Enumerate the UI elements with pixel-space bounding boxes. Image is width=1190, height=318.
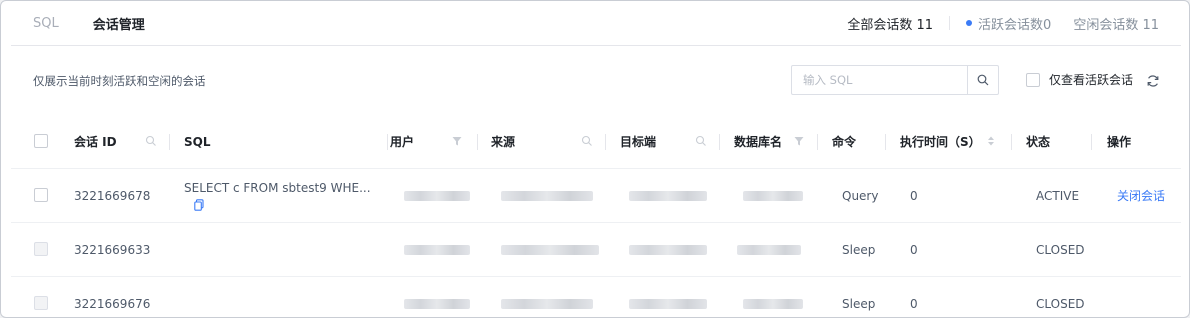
session-id-cell: 3221669633 [74, 242, 151, 257]
user-filter-icon[interactable] [451, 135, 463, 147]
search-button[interactable] [967, 66, 998, 94]
header-session-id: 会话 ID [74, 135, 117, 149]
tab-session-management[interactable]: 会话管理 [93, 14, 145, 33]
header-status: 状态 [1026, 135, 1051, 149]
header-actions: 操作 [1107, 135, 1132, 149]
table-row: 3221669678 SELECT c FROM sbtest9 WHE... … [11, 169, 1181, 223]
session-id-cell: 3221669678 [74, 188, 151, 203]
header-command: 命令 [832, 135, 857, 149]
target-cell-redacted [629, 169, 707, 222]
column-divider[interactable] [477, 134, 478, 150]
sql-search-input[interactable] [792, 66, 967, 94]
refresh-button[interactable] [1146, 73, 1160, 92]
source-cell-redacted [501, 223, 599, 276]
row-checkbox-disabled [34, 296, 48, 310]
top-tab-bar: SQL 会话管理 全部会话数 11 活跃会话数0 空闲会话数 11 [11, 1, 1181, 46]
column-divider[interactable] [169, 134, 170, 150]
table-header: 会话 ID SQL 用户 来源 目标端 数据库名 命令 执行时间（S） 状态 操… [11, 115, 1181, 169]
select-all-checkbox[interactable] [34, 134, 48, 148]
row-checkbox-disabled [34, 242, 48, 256]
header-source: 来源 [491, 135, 516, 149]
header-exec-time: 执行时间（S） [900, 135, 981, 149]
active-status-dot-icon [966, 20, 973, 26]
target-cell-redacted [629, 223, 707, 276]
header-sql: SQL [184, 134, 211, 149]
sessions-table: 会话 ID SQL 用户 来源 目标端 数据库名 命令 执行时间（S） 状态 操… [11, 115, 1181, 317]
sql-search-box [791, 65, 999, 95]
table-row: 3221669633 Sleep 0 CLOSED [11, 223, 1181, 277]
source-cell-redacted [501, 277, 593, 317]
command-cell: Sleep [842, 242, 876, 257]
column-divider[interactable] [719, 134, 720, 150]
target-cell-redacted [629, 277, 707, 317]
command-cell: Sleep [842, 296, 876, 311]
idle-sessions-count[interactable]: 空闲会话数 11 [1073, 14, 1159, 33]
database-cell-redacted [737, 223, 801, 276]
stats-divider [949, 16, 951, 30]
user-cell-redacted [404, 277, 470, 317]
source-cell-redacted [501, 169, 593, 222]
refresh-icon [1147, 75, 1159, 87]
user-cell-redacted [404, 169, 470, 222]
exec-time-sort-icon[interactable] [986, 135, 996, 147]
only-active-filter[interactable]: 仅查看活跃会话 [1026, 71, 1133, 88]
target-search-icon[interactable] [695, 135, 707, 147]
status-cell: CLOSED [1036, 296, 1085, 311]
column-divider[interactable] [885, 134, 886, 150]
status-cell: CLOSED [1036, 242, 1085, 257]
session-management-window: SQL 会话管理 全部会话数 11 活跃会话数0 空闲会话数 11 仅展示当前时… [0, 0, 1190, 318]
exec-time-cell: 0 [910, 296, 918, 311]
database-cell-redacted [743, 277, 803, 317]
column-divider[interactable] [1091, 134, 1092, 150]
tab-sql[interactable]: SQL [33, 16, 59, 31]
column-divider[interactable] [387, 134, 388, 150]
active-sessions-label: 活跃会话数0 [978, 17, 1052, 33]
header-target: 目标端 [620, 135, 657, 149]
only-active-checkbox[interactable] [1026, 72, 1040, 87]
table-row: 3221669676 Sleep 0 CLOSED [11, 277, 1181, 317]
user-cell-redacted [404, 223, 470, 276]
header-database: 数据库名 [734, 135, 783, 149]
column-divider[interactable] [605, 134, 606, 150]
command-cell: Query [842, 188, 879, 203]
database-cell-redacted [743, 169, 803, 222]
exec-time-cell: 0 [910, 242, 918, 257]
search-icon [977, 74, 989, 86]
sql-cell: SELECT c FROM sbtest9 WHE... [184, 169, 371, 222]
database-filter-icon[interactable] [793, 135, 805, 147]
header-user: 用户 [390, 135, 415, 149]
status-cell: ACTIVE [1036, 188, 1080, 203]
total-sessions-count[interactable]: 全部会话数 11 [847, 14, 933, 33]
session-id-cell: 3221669676 [74, 296, 151, 311]
only-active-label: 仅查看活跃会话 [1049, 73, 1134, 87]
copy-icon[interactable] [194, 198, 204, 211]
sessions-toolbar: 仅展示当前时刻活跃和空闲的会话 仅查看活跃会话 [11, 45, 1181, 115]
column-divider[interactable] [817, 134, 818, 150]
sessions-panel: 仅展示当前时刻活跃和空闲的会话 仅查看活跃会话 [11, 45, 1181, 317]
session-id-search-icon[interactable] [145, 135, 157, 147]
row-checkbox[interactable] [34, 188, 48, 202]
sessions-hint-text: 仅展示当前时刻活跃和空闲的会话 [33, 74, 206, 88]
sql-text: SELECT c FROM sbtest9 WHE... [184, 180, 371, 195]
close-session-link[interactable]: 关闭会话 [1117, 169, 1165, 222]
active-sessions-count[interactable]: 活跃会话数0 [966, 14, 1051, 33]
source-search-icon[interactable] [581, 135, 593, 147]
column-divider[interactable] [1011, 134, 1012, 150]
exec-time-cell: 0 [910, 188, 918, 203]
session-stats: 全部会话数 11 活跃会话数0 空闲会话数 11 [847, 14, 1181, 33]
